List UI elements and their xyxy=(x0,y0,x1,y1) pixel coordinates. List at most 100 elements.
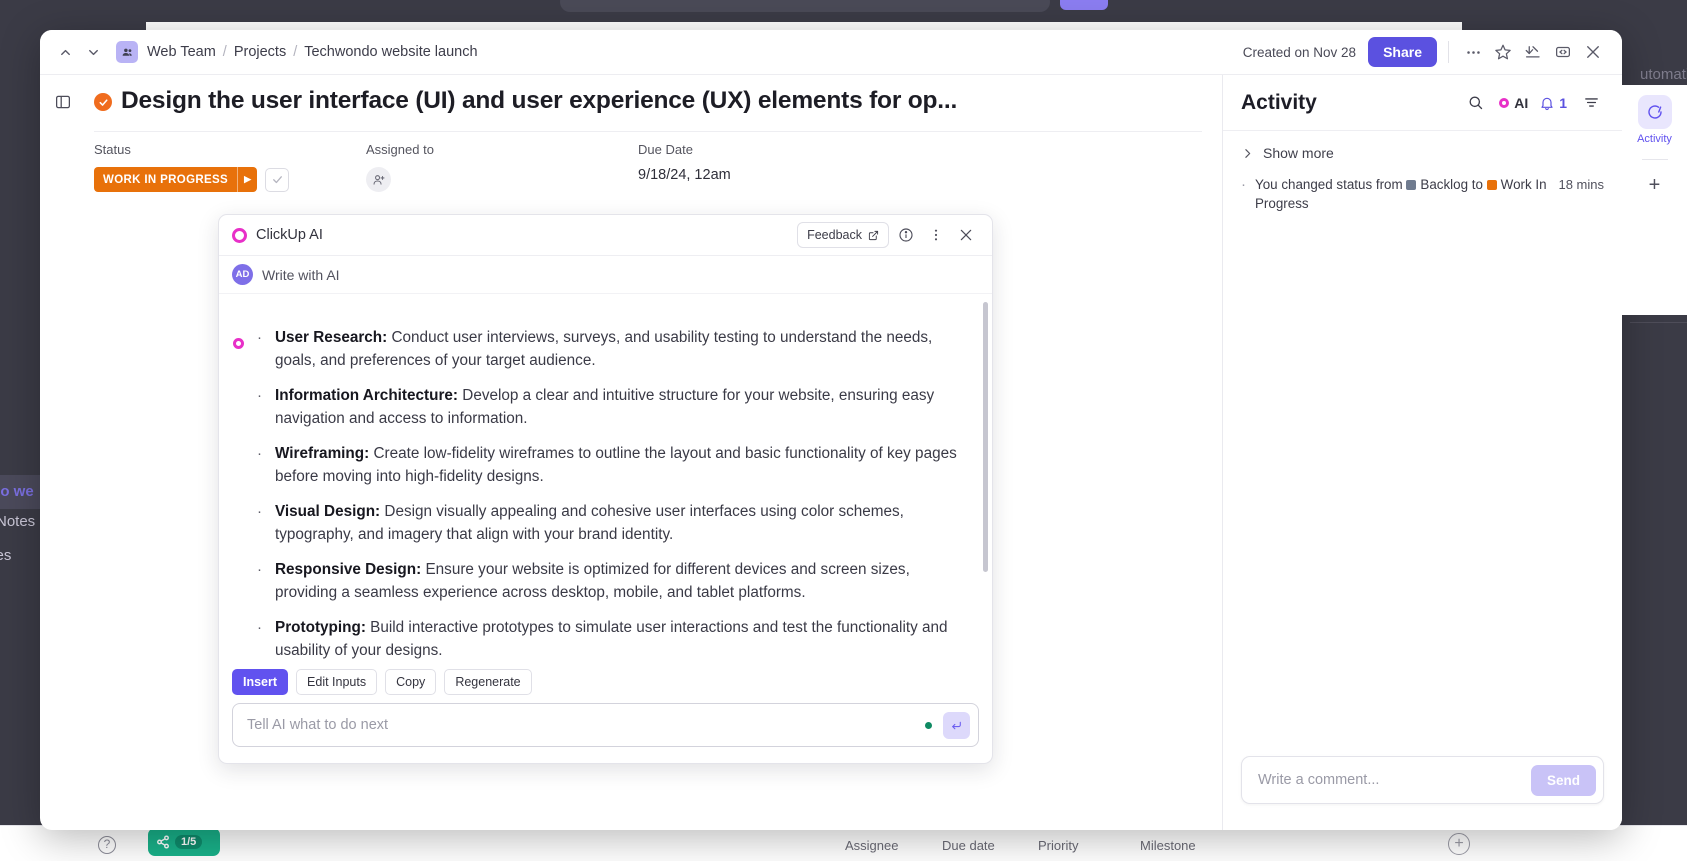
kebab-menu-icon[interactable] xyxy=(923,222,949,248)
background-search-pill[interactable] xyxy=(560,0,1050,12)
ai-prompt-input[interactable] xyxy=(247,717,925,733)
activity-feed: Show more · You changed status from Back… xyxy=(1223,131,1622,756)
star-icon[interactable] xyxy=(1490,39,1516,65)
bullet-icon: · xyxy=(257,616,275,661)
breadcrumb-separator-2: / xyxy=(293,44,297,60)
bullet-icon: · xyxy=(257,442,275,488)
status-badge-label: WORK IN PROGRESS xyxy=(94,174,237,186)
task-complete-toggle[interactable] xyxy=(94,93,112,111)
ai-panel-close-icon[interactable] xyxy=(953,222,979,248)
breadcrumb-item-web-team[interactable]: Web Team xyxy=(147,44,216,60)
help-icon[interactable]: ? xyxy=(98,836,116,854)
plus-icon[interactable]: + xyxy=(1649,174,1661,197)
notifications-button[interactable]: 1 xyxy=(1539,95,1567,111)
modal-body: Design the user interface (UI) and user … xyxy=(40,75,1622,830)
share-button[interactable]: Share xyxy=(1368,37,1437,67)
scrollbar[interactable] xyxy=(983,302,988,572)
assigned-to-label: Assigned to xyxy=(366,142,638,157)
background-progress-chip[interactable]: 1/5 xyxy=(148,828,220,856)
ai-toggle-button[interactable]: AI xyxy=(1499,95,1528,111)
share-node-icon xyxy=(156,835,170,849)
task-meta-assignee: Assigned to xyxy=(366,142,638,192)
add-assignee-button[interactable] xyxy=(366,167,391,192)
task-meta-duedate: Due Date 9/18/24, 12am xyxy=(638,142,910,192)
activity-title: Activity xyxy=(1241,91,1317,115)
send-enter-icon[interactable] xyxy=(943,712,970,739)
background-purple-chip[interactable] xyxy=(1060,0,1108,10)
feedback-label: Feedback xyxy=(807,228,862,242)
ellipsis-icon[interactable] xyxy=(1460,39,1486,65)
external-link-icon xyxy=(868,230,879,241)
list-item-term: Prototyping: xyxy=(275,619,366,636)
ai-action-buttons: Insert Edit Inputs Copy Regenerate xyxy=(219,661,992,703)
comment-input[interactable] xyxy=(1258,772,1531,788)
chevron-up-icon[interactable] xyxy=(52,39,78,65)
status-badge[interactable]: WORK IN PROGRESS ▶ xyxy=(94,167,257,192)
info-icon[interactable] xyxy=(893,222,919,248)
background-add-row-icon[interactable]: + xyxy=(1448,833,1470,855)
ai-panel-header-actions: Feedback xyxy=(797,222,979,248)
avatar: AD xyxy=(232,264,253,285)
modal-header-actions: Created on Nov 28 Share xyxy=(1243,37,1606,67)
background-col-milestone[interactable]: Milestone xyxy=(1140,838,1196,853)
created-on-label: Created on Nov 28 xyxy=(1243,45,1356,60)
chevron-down-icon[interactable] xyxy=(80,39,106,65)
regenerate-button[interactable]: Regenerate xyxy=(444,669,531,695)
due-date-value[interactable]: 9/18/24, 12am xyxy=(638,167,910,183)
clickup-ai-small-logo-icon xyxy=(233,338,244,349)
insert-button[interactable]: Insert xyxy=(232,669,288,695)
progress-count: 1/5 xyxy=(175,835,202,849)
mark-complete-button[interactable] xyxy=(265,168,289,192)
people-icon[interactable] xyxy=(116,41,138,63)
background-col-priority[interactable]: Priority xyxy=(1038,838,1078,853)
background-col-duedate[interactable]: Due date xyxy=(942,838,995,853)
task-left-rail xyxy=(40,75,86,830)
close-icon[interactable] xyxy=(1580,39,1606,65)
bullet-icon: · xyxy=(257,558,275,604)
list-item-term: Visual Design: xyxy=(275,503,380,520)
clickup-ai-panel: ClickUp AI Feedback xyxy=(218,214,993,764)
expand-icon[interactable] xyxy=(1550,39,1576,65)
filter-icon[interactable] xyxy=(1578,90,1604,116)
show-more-button[interactable]: Show more xyxy=(1241,145,1604,161)
status-dot-icon xyxy=(925,722,932,729)
task-meta-status: Status WORK IN PROGRESS ▶ xyxy=(94,142,366,192)
due-date-label: Due Date xyxy=(638,142,910,157)
list-item: ·Responsive Design: Ensure your website … xyxy=(257,558,966,604)
background-col-assignee[interactable]: Assignee xyxy=(845,838,898,853)
panel-toggle-icon[interactable] xyxy=(50,89,76,115)
rail-item-activity-label: Activity xyxy=(1637,133,1672,145)
task-main-column: Design the user interface (UI) and user … xyxy=(40,75,1222,830)
status-row: WORK IN PROGRESS ▶ xyxy=(94,167,366,192)
feedback-button[interactable]: Feedback xyxy=(797,222,889,248)
ai-response-scroll: ·User Research: Conduct user interviews,… xyxy=(219,294,992,661)
breadcrumb-item-projects[interactable]: Projects xyxy=(234,44,286,60)
activity-panel: Activity AI 1 xyxy=(1222,75,1622,830)
list-item-text: Build interactive prototypes to simulate… xyxy=(275,619,948,659)
page-title: Design the user interface (UI) and user … xyxy=(121,87,957,115)
list-item: ·Prototyping: Build interactive prototyp… xyxy=(257,616,966,661)
send-comment-button[interactable]: Send xyxy=(1531,765,1596,796)
download-icon[interactable] xyxy=(1520,39,1546,65)
edit-inputs-button[interactable]: Edit Inputs xyxy=(296,669,377,695)
right-tool-rail: Activity + xyxy=(1622,85,1687,315)
status-swatch-from xyxy=(1406,180,1416,190)
list-item: ·Wireframing: Create low-fidelity wirefr… xyxy=(257,442,966,488)
task-content: Design the user interface (UI) and user … xyxy=(86,75,1222,830)
breadcrumb-item-techwondo[interactable]: Techwondo website launch xyxy=(304,44,477,60)
header-divider xyxy=(1448,41,1449,63)
background-sidebar-item-1[interactable]: ces xyxy=(0,547,11,564)
rail-item-activity[interactable]: Activity xyxy=(1637,95,1672,145)
ai-response-marker xyxy=(219,294,257,661)
status-label: Status xyxy=(94,142,366,157)
list-item-term: Wireframing: xyxy=(275,445,369,462)
search-icon[interactable] xyxy=(1462,90,1488,116)
list-item: ·Information Architecture: Develop a cle… xyxy=(257,384,966,430)
bullet-icon: · xyxy=(257,384,275,430)
task-title-row: Design the user interface (UI) and user … xyxy=(86,87,1202,115)
background-right-item-0[interactable]: utomati xyxy=(1640,66,1687,83)
background-sidebar-item-0[interactable]: Notes xyxy=(0,513,35,530)
copy-button[interactable]: Copy xyxy=(385,669,436,695)
breadcrumb: Web Team / Projects / Techwondo website … xyxy=(147,44,478,60)
comment-icon xyxy=(1638,95,1672,129)
